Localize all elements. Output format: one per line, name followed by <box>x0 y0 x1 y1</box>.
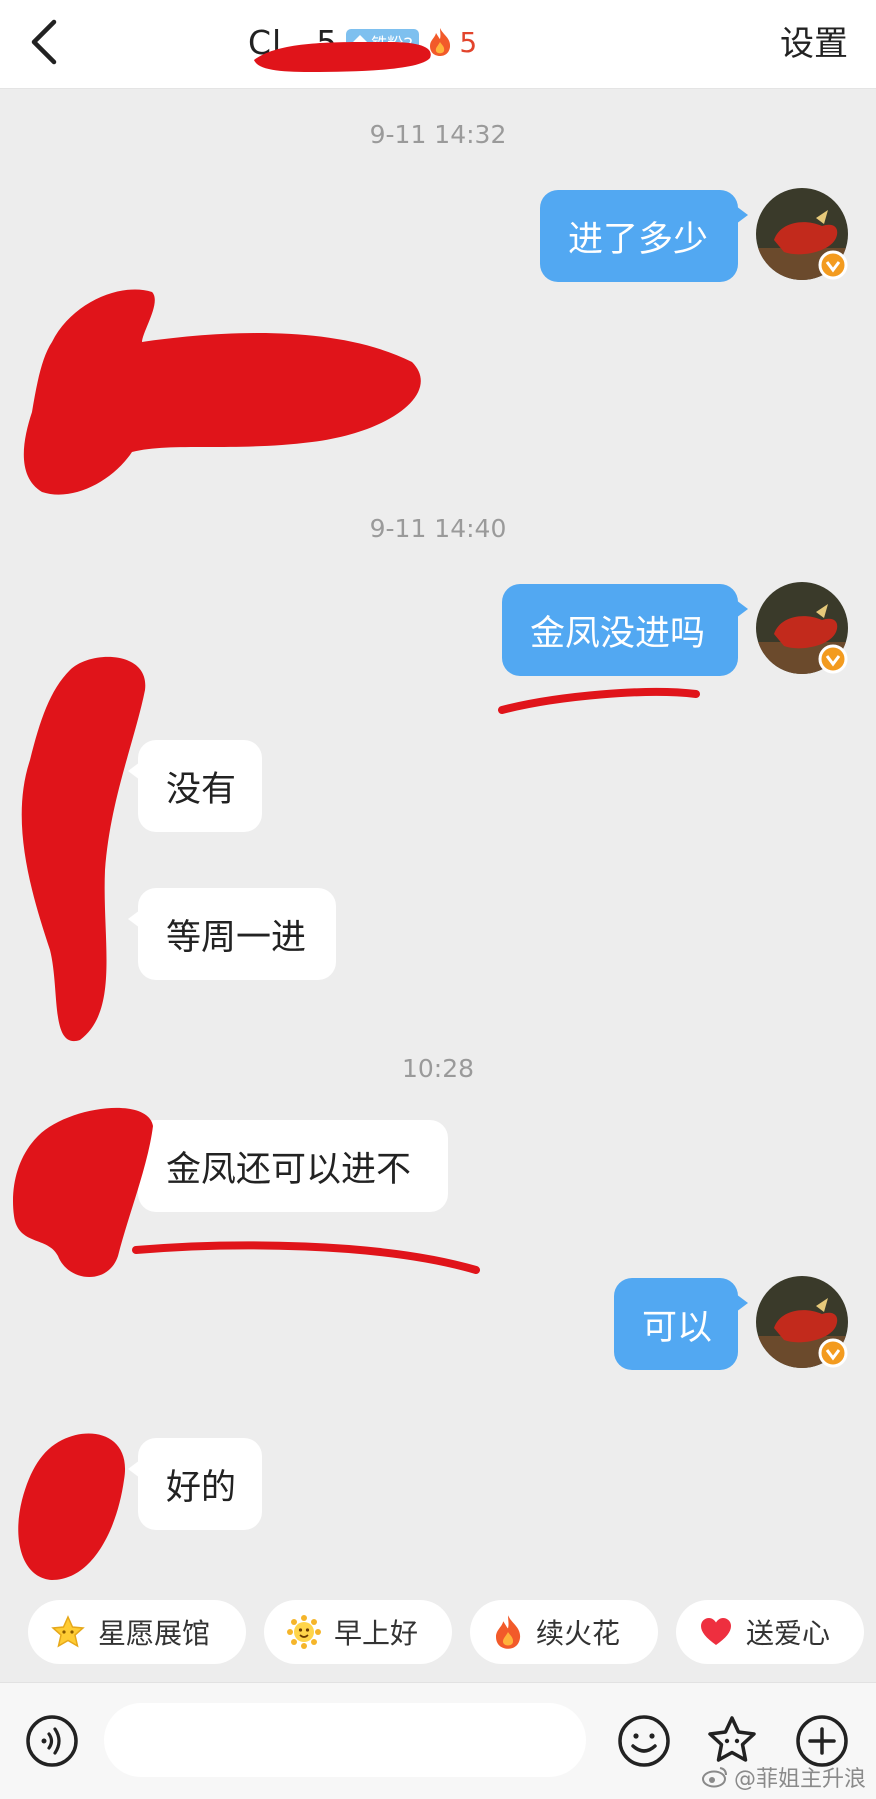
fire-count-label: 5 <box>459 25 478 59</box>
chip-label: 续火花 <box>536 1617 621 1650</box>
conversation-title: Cl…5 铁粉2 5 <box>248 14 477 70</box>
heart-icon <box>701 1618 731 1645</box>
incoming-message[interactable]: 没有 <box>128 740 262 832</box>
chip-label: 早上好 <box>334 1617 419 1650</box>
emoji-icon[interactable] <box>616 1713 672 1769</box>
incoming-message[interactable]: 好的 <box>128 1438 262 1530</box>
fan-level-label: 铁粉2 <box>371 34 414 53</box>
back-button[interactable] <box>22 14 72 70</box>
timestamp: 9-11 14:32 <box>369 120 507 149</box>
quick-reply-chip[interactable]: 早上好 <box>264 1600 452 1664</box>
fire-streak: 5 <box>427 26 477 59</box>
watermark-text: @菲姐主升浪 <box>733 1767 866 1792</box>
input-bar: @菲姐主升浪 <box>0 1682 876 1799</box>
fan-level-badge: 铁粉2 <box>346 29 420 55</box>
quick-reply-chip[interactable]: 续火花 <box>470 1600 658 1664</box>
redaction-scribble <box>18 1433 126 1580</box>
star-icon <box>51 1615 85 1648</box>
incoming-message[interactable]: 金凤还可以进不 <box>128 1120 448 1212</box>
verified-badge-icon <box>818 250 848 280</box>
chip-label: 送爱心 <box>746 1617 831 1650</box>
message-input[interactable] <box>104 1703 586 1777</box>
redaction-scribble <box>13 1107 153 1278</box>
outgoing-message[interactable]: 金凤没进吗 <box>502 584 748 676</box>
verified-badge-icon <box>818 1338 848 1368</box>
outgoing-message[interactable]: 进了多少 <box>540 190 748 282</box>
contact-name: Cl…5 <box>248 22 339 62</box>
flame-icon <box>430 28 451 56</box>
settings-button[interactable]: 设置 <box>780 16 848 65</box>
incoming-message[interactable]: 等周一进 <box>128 888 336 980</box>
redaction-scribble <box>23 289 421 495</box>
watermark: @菲姐主升浪 <box>701 1761 866 1793</box>
chevron-left-icon <box>31 19 57 65</box>
timestamp: 10:28 <box>401 1054 475 1083</box>
sun-face-icon <box>287 1615 321 1649</box>
underline-annotation <box>132 1241 480 1274</box>
underline-annotation <box>498 688 700 714</box>
quick-reply-chip[interactable]: 星愿展馆 <box>28 1600 246 1664</box>
chip-label: 星愿展馆 <box>98 1617 211 1650</box>
outgoing-message[interactable]: 可以 <box>614 1278 748 1370</box>
weibo-logo-icon <box>701 1767 727 1788</box>
voice-input-icon[interactable] <box>24 1713 80 1769</box>
quick-reply-chip[interactable]: 送爱心 <box>676 1600 864 1664</box>
flame-icon <box>496 1615 521 1649</box>
diamond-icon <box>353 35 368 49</box>
timestamp: 9-11 14:40 <box>369 514 507 543</box>
redaction-scribble <box>21 656 146 1042</box>
verified-badge-icon <box>818 644 848 674</box>
chat-header: Cl…5 铁粉2 5 设置 <box>0 0 876 89</box>
